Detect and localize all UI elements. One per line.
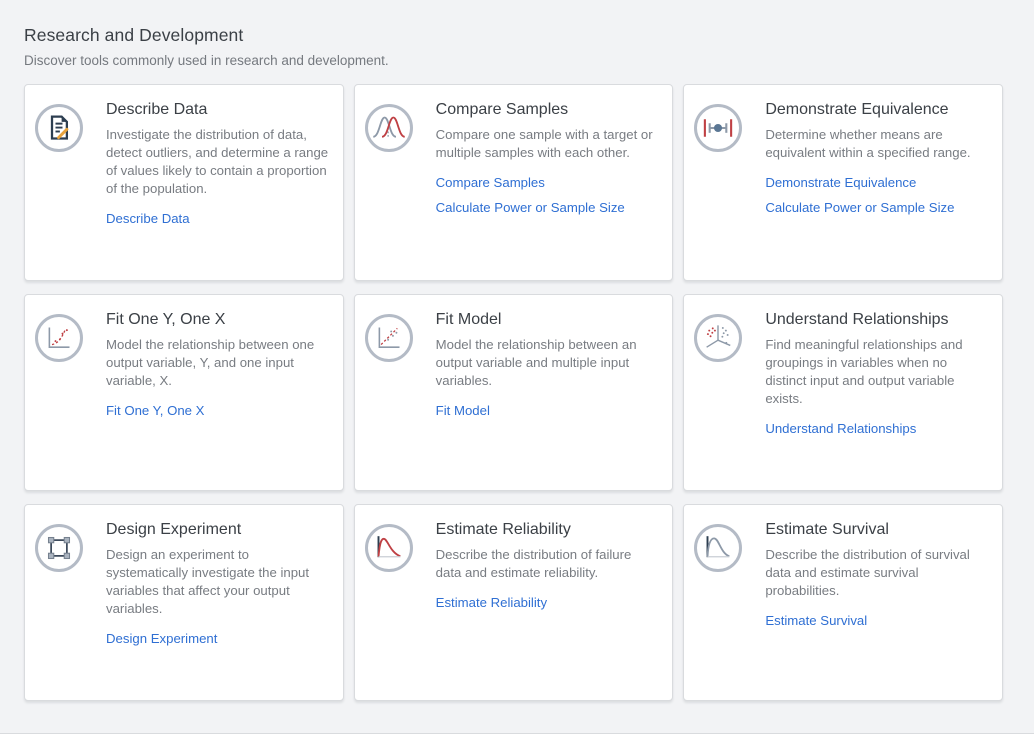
tool-card: Demonstrate Equivalence Determine whethe…: [683, 84, 1003, 281]
card-description: Model the relationship between one outpu…: [106, 336, 331, 390]
estimate-reliability-icon: [365, 524, 413, 572]
card-link[interactable]: Fit One Y, One X: [106, 403, 331, 418]
tool-card: Compare Samples Compare one sample with …: [354, 84, 674, 281]
card-link[interactable]: Demonstrate Equivalence: [765, 175, 990, 190]
card-title: Estimate Survival: [765, 521, 990, 539]
card-links: Fit Model: [436, 403, 661, 418]
fit-model-icon: [365, 314, 413, 362]
card-links: Fit One Y, One X: [106, 403, 331, 418]
research-development-page: Research and Development Discover tools …: [0, 0, 1034, 734]
card-title: Demonstrate Equivalence: [765, 101, 990, 119]
card-link[interactable]: Compare Samples: [436, 175, 661, 190]
card-link[interactable]: Estimate Survival: [765, 613, 990, 628]
page-title: Research and Development: [24, 25, 1003, 46]
card-title: Estimate Reliability: [436, 521, 661, 539]
card-title: Describe Data: [106, 101, 331, 119]
cards-grid: Describe Data Investigate the distributi…: [24, 84, 1003, 701]
card-link[interactable]: Estimate Reliability: [436, 595, 661, 610]
card-title: Design Experiment: [106, 521, 331, 539]
describe-data-icon: [35, 104, 83, 152]
card-description: Describe the distribution of survival da…: [765, 546, 990, 600]
card-link[interactable]: Fit Model: [436, 403, 661, 418]
card-links: Estimate Survival: [765, 613, 990, 628]
card-title: Fit One Y, One X: [106, 311, 331, 329]
card-description: Find meaningful relationships and groupi…: [765, 336, 990, 408]
fit-one-y-one-x-icon: [35, 314, 83, 362]
page-subtitle: Discover tools commonly used in research…: [24, 53, 1003, 68]
tool-card: Estimate Survival Describe the distribut…: [683, 504, 1003, 701]
tool-card: Describe Data Investigate the distributi…: [24, 84, 344, 281]
tool-card: Design Experiment Design an experiment t…: [24, 504, 344, 701]
estimate-survival-icon: [694, 524, 742, 572]
card-links: Compare Samples Calculate Power or Sample…: [436, 175, 661, 215]
compare-samples-icon: [365, 104, 413, 152]
card-links: Describe Data: [106, 211, 331, 226]
design-experiment-icon: [35, 524, 83, 572]
tool-card: Fit Model Model the relationship between…: [354, 294, 674, 491]
card-links: Estimate Reliability: [436, 595, 661, 610]
card-link[interactable]: Calculate Power or Sample Size: [765, 200, 990, 215]
demonstrate-equivalence-icon: [694, 104, 742, 152]
card-link[interactable]: Understand Relationships: [765, 421, 990, 436]
card-description: Describe the distribution of failure dat…: [436, 546, 661, 582]
card-link[interactable]: Describe Data: [106, 211, 331, 226]
tool-card: Understand Relationships Find meaningful…: [683, 294, 1003, 491]
card-title: Fit Model: [436, 311, 661, 329]
understand-relationships-icon: [694, 314, 742, 362]
card-title: Compare Samples: [436, 101, 661, 119]
card-description: Determine whether means are equivalent w…: [765, 126, 990, 162]
card-link[interactable]: Calculate Power or Sample Size: [436, 200, 661, 215]
tool-card: Estimate Reliability Describe the distri…: [354, 504, 674, 701]
card-description: Model the relationship between an output…: [436, 336, 661, 390]
card-title: Understand Relationships: [765, 311, 990, 329]
card-links: Design Experiment: [106, 631, 331, 646]
card-description: Design an experiment to systematically i…: [106, 546, 331, 618]
card-link[interactable]: Design Experiment: [106, 631, 331, 646]
card-links: Demonstrate Equivalence Calculate Power o…: [765, 175, 990, 215]
card-description: Investigate the distribution of data, de…: [106, 126, 331, 198]
card-description: Compare one sample with a target or mult…: [436, 126, 661, 162]
tool-card: Fit One Y, One X Model the relationship …: [24, 294, 344, 491]
card-links: Understand Relationships: [765, 421, 990, 436]
